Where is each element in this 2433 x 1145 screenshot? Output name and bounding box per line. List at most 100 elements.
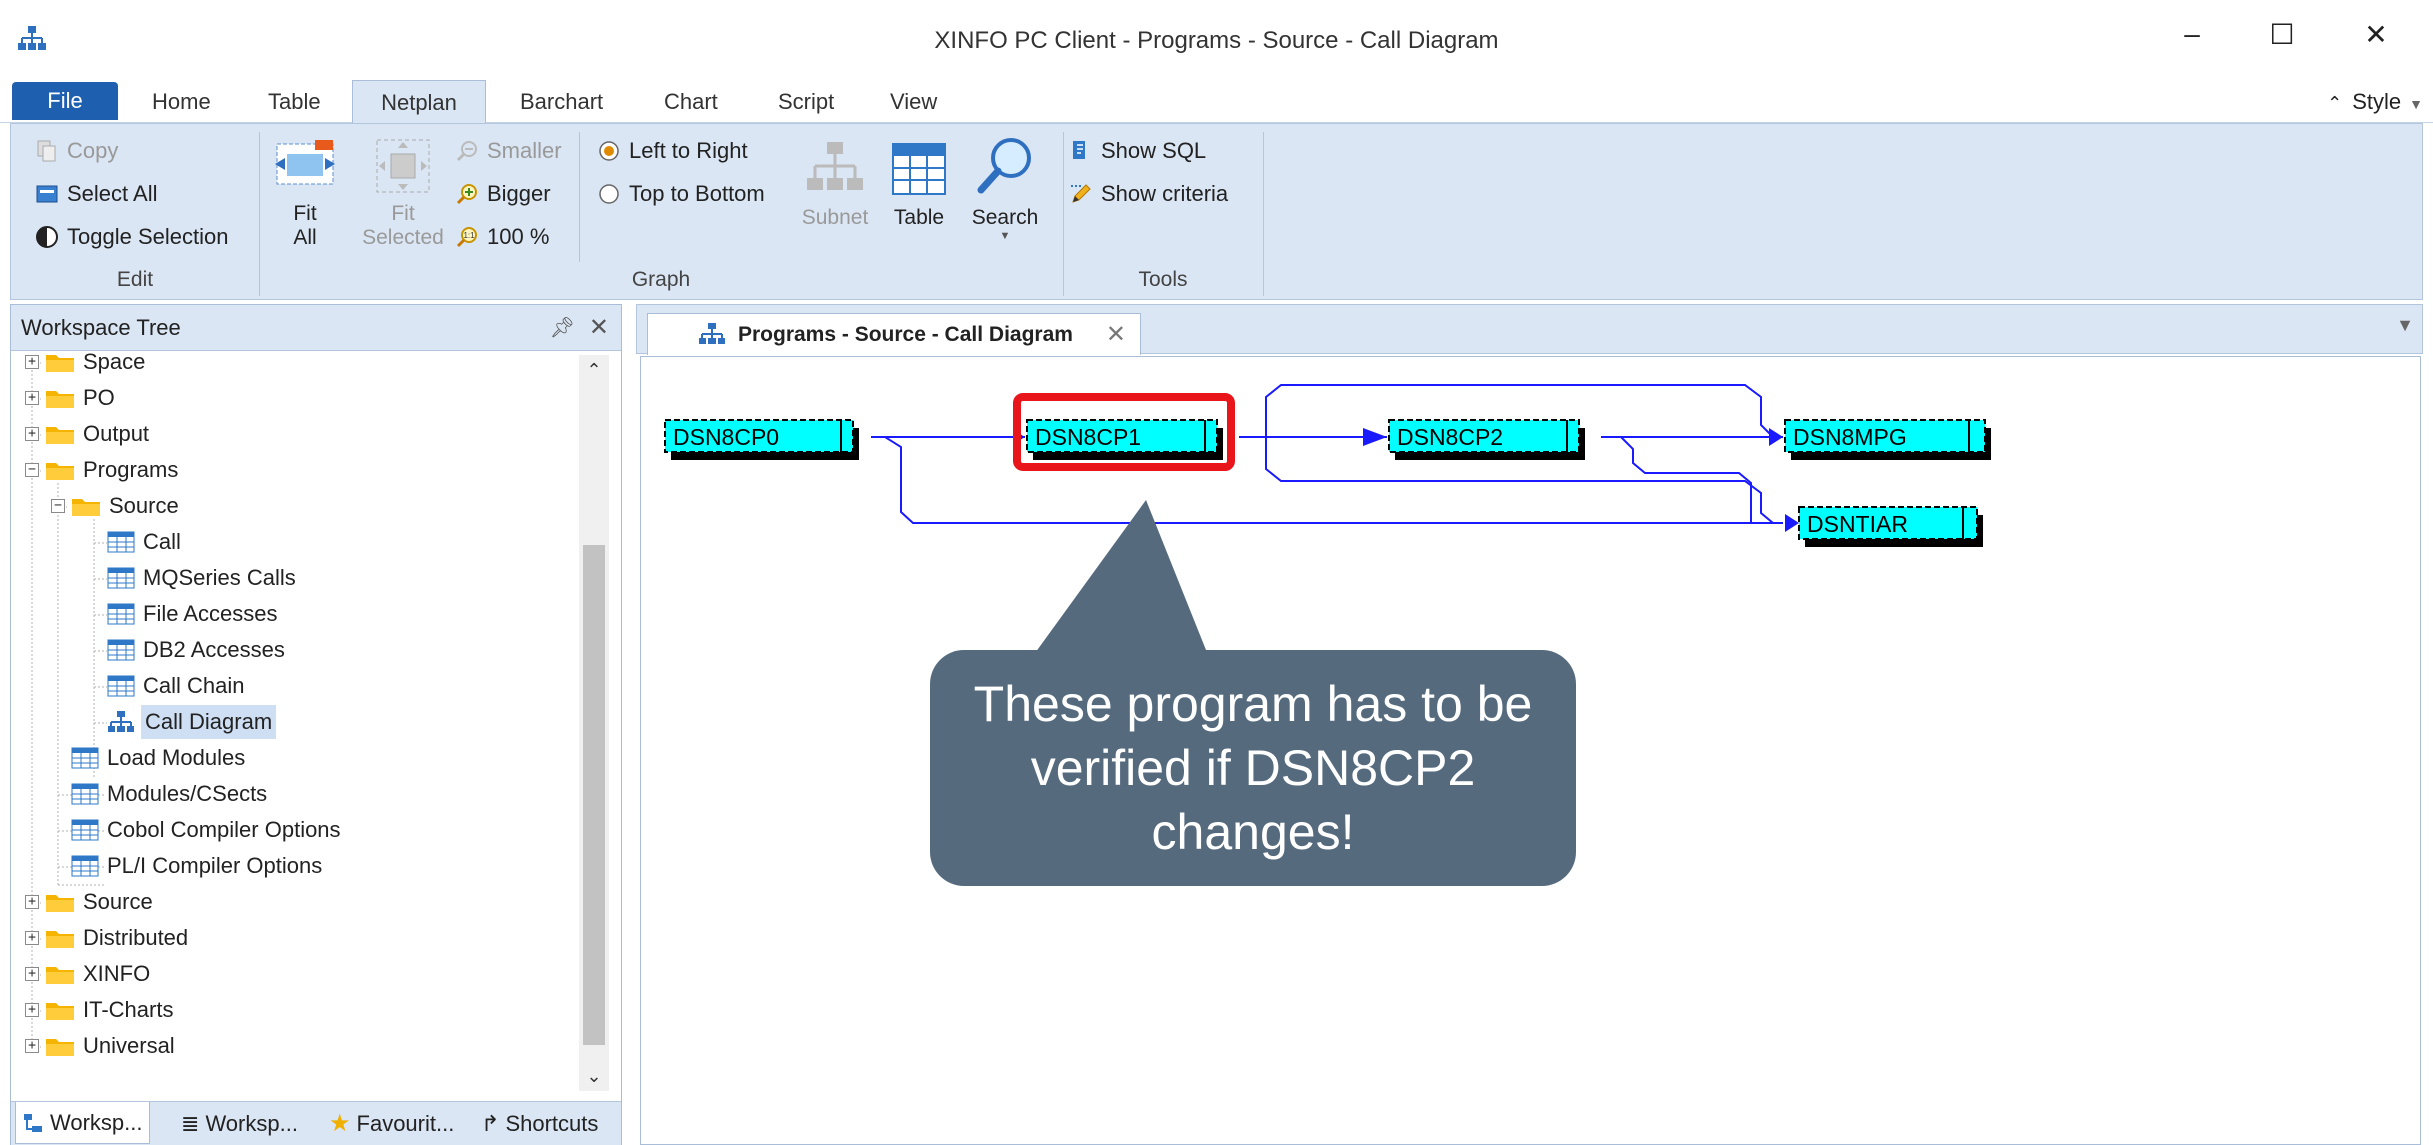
node-dsn8cp1[interactable]: DSN8CP1 (1026, 419, 1223, 460)
tree-item[interactable]: Call (105, 525, 181, 559)
table-button[interactable]: Table (885, 138, 953, 230)
maximize-button[interactable]: ☐ (2252, 6, 2312, 62)
tree-item[interactable]: + IT-Charts (25, 993, 173, 1027)
top-to-bottom-option[interactable]: Top to Bottom (597, 181, 765, 207)
app-window: XINFO PC Client - Programs - Source - Ca… (0, 0, 2433, 1145)
node-dsn8cp2[interactable]: DSN8CP2 (1388, 419, 1585, 460)
scroll-down-icon[interactable]: ⌄ (579, 1061, 609, 1091)
minimize-button[interactable]: – (2162, 6, 2222, 62)
arrow-head (1363, 428, 1387, 446)
expand-icon[interactable]: + (25, 931, 39, 945)
chevron-up-icon: ⌃ (2327, 93, 2343, 113)
tab-favourites[interactable]: ★ Favourit... (329, 1102, 454, 1145)
node-dsntiar[interactable]: DSNTIAR (1798, 506, 1983, 547)
tree-item[interactable]: Call Chain (105, 669, 245, 703)
tab-shortcuts[interactable]: ↱ Shortcuts (481, 1102, 598, 1145)
expand-icon[interactable]: + (25, 1039, 39, 1053)
tab-script[interactable]: Script (766, 80, 846, 123)
show-criteria-button[interactable]: Show criteria (1069, 181, 1228, 207)
group-label-edit: Edit (116, 268, 154, 291)
expand-icon[interactable]: + (25, 427, 39, 441)
expand-icon[interactable]: + (25, 391, 39, 405)
panel-close-icon[interactable]: ✕ (589, 305, 609, 351)
node-label: DSN8MPG (1793, 424, 1907, 450)
tree-item[interactable]: Cobol Compiler Options (69, 813, 341, 847)
doc-tab-title: Programs - Source - Call Diagram (738, 322, 1073, 346)
tree-item[interactable]: File Accesses (105, 597, 278, 631)
workspace-panel: Workspace Tree 📌︎ ✕ + Space + PO + Output − Pro… (10, 304, 622, 1145)
tree-item[interactable]: DB2 Accesses (105, 633, 285, 667)
pin-icon[interactable]: 📌︎ (550, 305, 575, 351)
tree-item[interactable]: − Source (51, 489, 179, 523)
tab-netplan[interactable]: Netplan (352, 80, 486, 124)
pencil-icon (1071, 184, 1091, 203)
tree-item[interactable]: + Distributed (25, 921, 188, 955)
search-button[interactable]: Search ▼ (965, 134, 1045, 242)
tree-item-label: Programs (83, 457, 179, 482)
tree-item[interactable]: Load Modules (69, 741, 245, 775)
tab-list-dropdown-icon[interactable]: ▼ (2396, 315, 2414, 336)
collapse-icon[interactable]: − (51, 499, 65, 513)
tree-item[interactable]: − Programs (25, 453, 178, 487)
tree-item[interactable]: Modules/CSects (69, 777, 267, 811)
bigger-button[interactable]: Bigger (455, 181, 551, 207)
copy-button[interactable]: Copy (35, 138, 118, 164)
node-label: DSN8CP0 (673, 424, 779, 450)
zoom-100-button[interactable]: 1:1 100 % (455, 224, 549, 250)
expand-icon[interactable]: + (25, 967, 39, 981)
subnet-button[interactable]: Subnet (795, 138, 875, 230)
tree-item[interactable]: + Output (25, 417, 149, 451)
folder-icon (46, 355, 74, 372)
callout-pointer (1030, 500, 1210, 660)
tree-item-label: File Accesses (143, 601, 278, 626)
fit-selected-button[interactable]: Fit Selected (355, 136, 451, 250)
tree-item[interactable]: Call Diagram (105, 705, 277, 739)
smaller-button[interactable]: Smaller (455, 138, 562, 164)
scroll-thumb[interactable] (583, 545, 605, 1045)
node-dsn8cp0[interactable]: DSN8CP0 (664, 419, 859, 460)
tab-home[interactable]: Home (140, 80, 223, 123)
tab-workspace-list[interactable]: ≣ Worksp... (181, 1102, 298, 1145)
tree-item[interactable]: MQSeries Calls (105, 561, 296, 595)
tab-chart[interactable]: Chart (652, 80, 730, 123)
node-label: DSNTIAR (1807, 511, 1908, 537)
select-all-button[interactable]: Select All (35, 181, 158, 207)
tree-scrollbar[interactable]: ⌃ ⌄ (579, 355, 609, 1091)
tree-item[interactable]: PL/I Compiler Options (69, 849, 322, 883)
callout-text: These program has to be verified if DSN8… (973, 676, 1533, 860)
tab-barchart[interactable]: Barchart (508, 80, 615, 123)
tab-view[interactable]: View (878, 80, 949, 123)
fit-all-button[interactable]: Fit All (273, 136, 337, 250)
tree-item-label: Universal (83, 1033, 175, 1058)
network-icon (108, 711, 134, 732)
tree-item-label: XINFO (83, 961, 151, 986)
style-menu[interactable]: ⌃ Style ▼ (2327, 80, 2423, 123)
tab-call-diagram[interactable]: Programs - Source - Call Diagram ✕ (647, 313, 1141, 355)
left-to-right-option[interactable]: Left to Right (597, 138, 748, 164)
expand-icon[interactable]: + (25, 895, 39, 909)
tree-item[interactable]: + Universal (25, 1029, 175, 1063)
tab-close-icon[interactable]: ✕ (1106, 320, 1126, 349)
tab-file[interactable]: File (12, 82, 118, 120)
tree-item-label: Modules/CSects (107, 781, 268, 806)
tab-workspace-tree[interactable]: Worksp... (15, 1102, 150, 1144)
tab-table[interactable]: Table (256, 80, 333, 123)
expand-icon[interactable]: + (25, 355, 39, 369)
scroll-up-icon[interactable]: ⌃ (579, 355, 609, 385)
close-button[interactable]: ✕ (2346, 6, 2406, 62)
fit-all-icon (275, 140, 335, 185)
node-dsn8mpg[interactable]: DSN8MPG (1784, 419, 1991, 460)
tree-item[interactable]: + Source (25, 885, 153, 919)
tree-item[interactable]: + XINFO (25, 957, 150, 991)
folder-icon (46, 895, 74, 912)
tree-item-label: IT-Charts (83, 997, 174, 1022)
tree-item[interactable]: + Space (25, 345, 145, 379)
tree-item-label: Distributed (83, 925, 189, 950)
folder-icon (46, 1039, 74, 1056)
tree-item-label: DB2 Accesses (143, 637, 285, 662)
toggle-selection-button[interactable]: Toggle Selection (35, 224, 228, 250)
expand-icon[interactable]: + (25, 1003, 39, 1017)
show-sql-button[interactable]: Show SQL (1069, 138, 1206, 164)
tree-item[interactable]: + PO (25, 381, 115, 415)
collapse-icon[interactable]: − (25, 463, 39, 477)
